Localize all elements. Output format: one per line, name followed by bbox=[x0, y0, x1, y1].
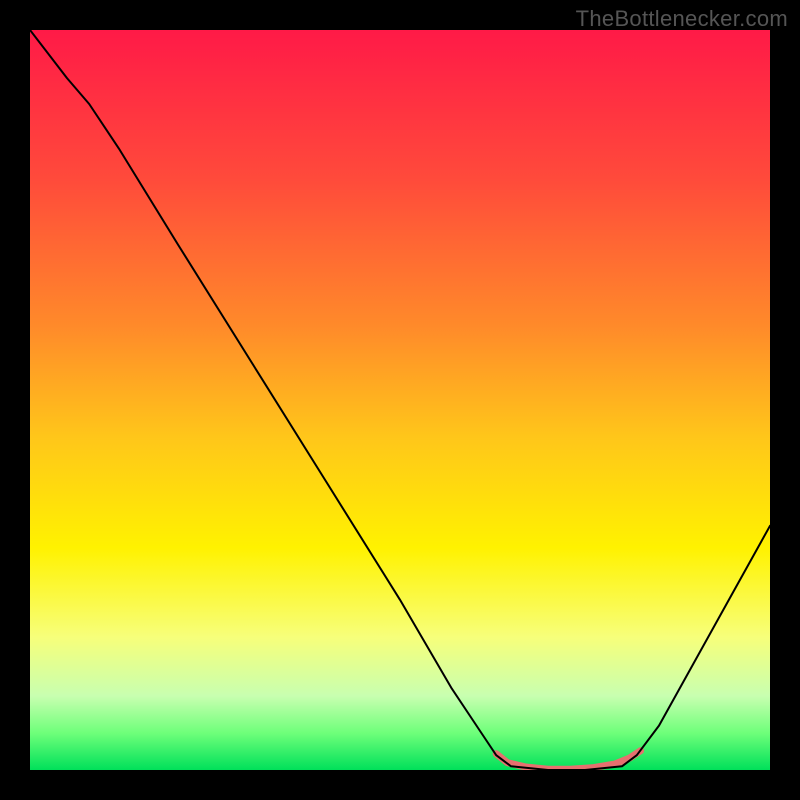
watermark-text: TheBottlenecker.com bbox=[576, 6, 788, 32]
gradient-background bbox=[30, 30, 770, 770]
bottleneck-chart bbox=[30, 30, 770, 770]
chart-area bbox=[30, 30, 770, 770]
